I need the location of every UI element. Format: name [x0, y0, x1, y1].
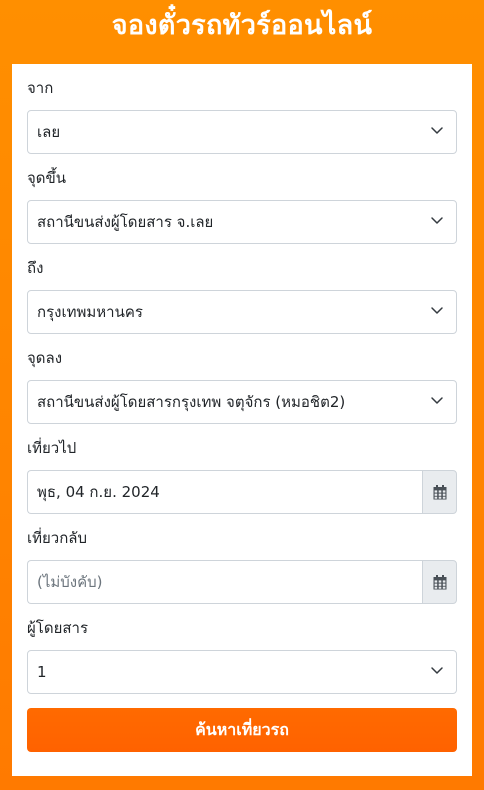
- from-select[interactable]: เลย: [27, 110, 457, 154]
- depart-field: เที่ยวไป พุธ, 04 ก.ย. 2024: [27, 438, 457, 514]
- passengers-label: ผู้โดยสาร: [27, 619, 89, 637]
- return-calendar-button[interactable]: [422, 560, 457, 604]
- passengers-field: ผู้โดยสาร 1: [27, 618, 457, 694]
- calendar-icon: [433, 484, 446, 499]
- pickup-select-value: สถานีขนส่งผู้โดยสาร จ.เลย: [37, 213, 214, 231]
- chevron-down-icon: [431, 667, 443, 674]
- return-field: เที่ยวกลับ (ไม่บังคับ): [27, 528, 457, 604]
- dropoff-field: จุดลง สถานีขนส่งผู้โดยสารกรุงเทพ จตุจักร…: [27, 348, 457, 424]
- return-label: เที่ยวกลับ: [27, 529, 88, 547]
- depart-label: เที่ยวไป: [27, 439, 77, 457]
- to-select-value: กรุงเทพมหานคร: [37, 303, 143, 321]
- passengers-select[interactable]: 1: [27, 650, 457, 694]
- pickup-label: จุดขึ้น: [27, 169, 67, 187]
- pickup-field: จุดขึ้น สถานีขนส่งผู้โดยสาร จ.เลย: [27, 168, 457, 244]
- to-label: ถึง: [27, 259, 44, 277]
- from-label: จาก: [27, 79, 54, 97]
- dropoff-select[interactable]: สถานีขนส่งผู้โดยสารกรุงเทพ จตุจักร (หมอช…: [27, 380, 457, 424]
- dropoff-label: จุดลง: [27, 349, 63, 367]
- dropoff-select-value: สถานีขนส่งผู้โดยสารกรุงเทพ จตุจักร (หมอช…: [37, 393, 346, 411]
- calendar-icon: [433, 574, 446, 589]
- booking-form: จาก เลย จุดขึ้น สถานีขนส่งผู้โดยสาร จ.เล…: [12, 64, 472, 776]
- page-title: จองตั๋วรถทัวร์ออนไลน์: [111, 9, 373, 41]
- passengers-select-value: 1: [37, 663, 47, 681]
- chevron-down-icon: [431, 127, 443, 134]
- return-date-group: (ไม่บังคับ): [27, 560, 457, 604]
- to-select[interactable]: กรุงเทพมหานคร: [27, 290, 457, 334]
- chevron-down-icon: [431, 307, 443, 314]
- depart-calendar-button[interactable]: [422, 470, 457, 514]
- return-date-input[interactable]: (ไม่บังคับ): [27, 560, 422, 604]
- to-field: ถึง กรุงเทพมหานคร: [27, 258, 457, 334]
- from-select-value: เลย: [37, 123, 61, 141]
- depart-date-input[interactable]: พุธ, 04 ก.ย. 2024: [27, 470, 422, 514]
- from-field: จาก เลย: [27, 78, 457, 154]
- search-trips-button[interactable]: ค้นหาเที่ยวรถ: [27, 708, 457, 752]
- chevron-down-icon: [431, 217, 443, 224]
- pickup-select[interactable]: สถานีขนส่งผู้โดยสาร จ.เลย: [27, 200, 457, 244]
- chevron-down-icon: [431, 397, 443, 404]
- depart-date-group: พุธ, 04 ก.ย. 2024: [27, 470, 457, 514]
- header: จองตั๋วรถทัวร์ออนไลน์: [0, 0, 484, 64]
